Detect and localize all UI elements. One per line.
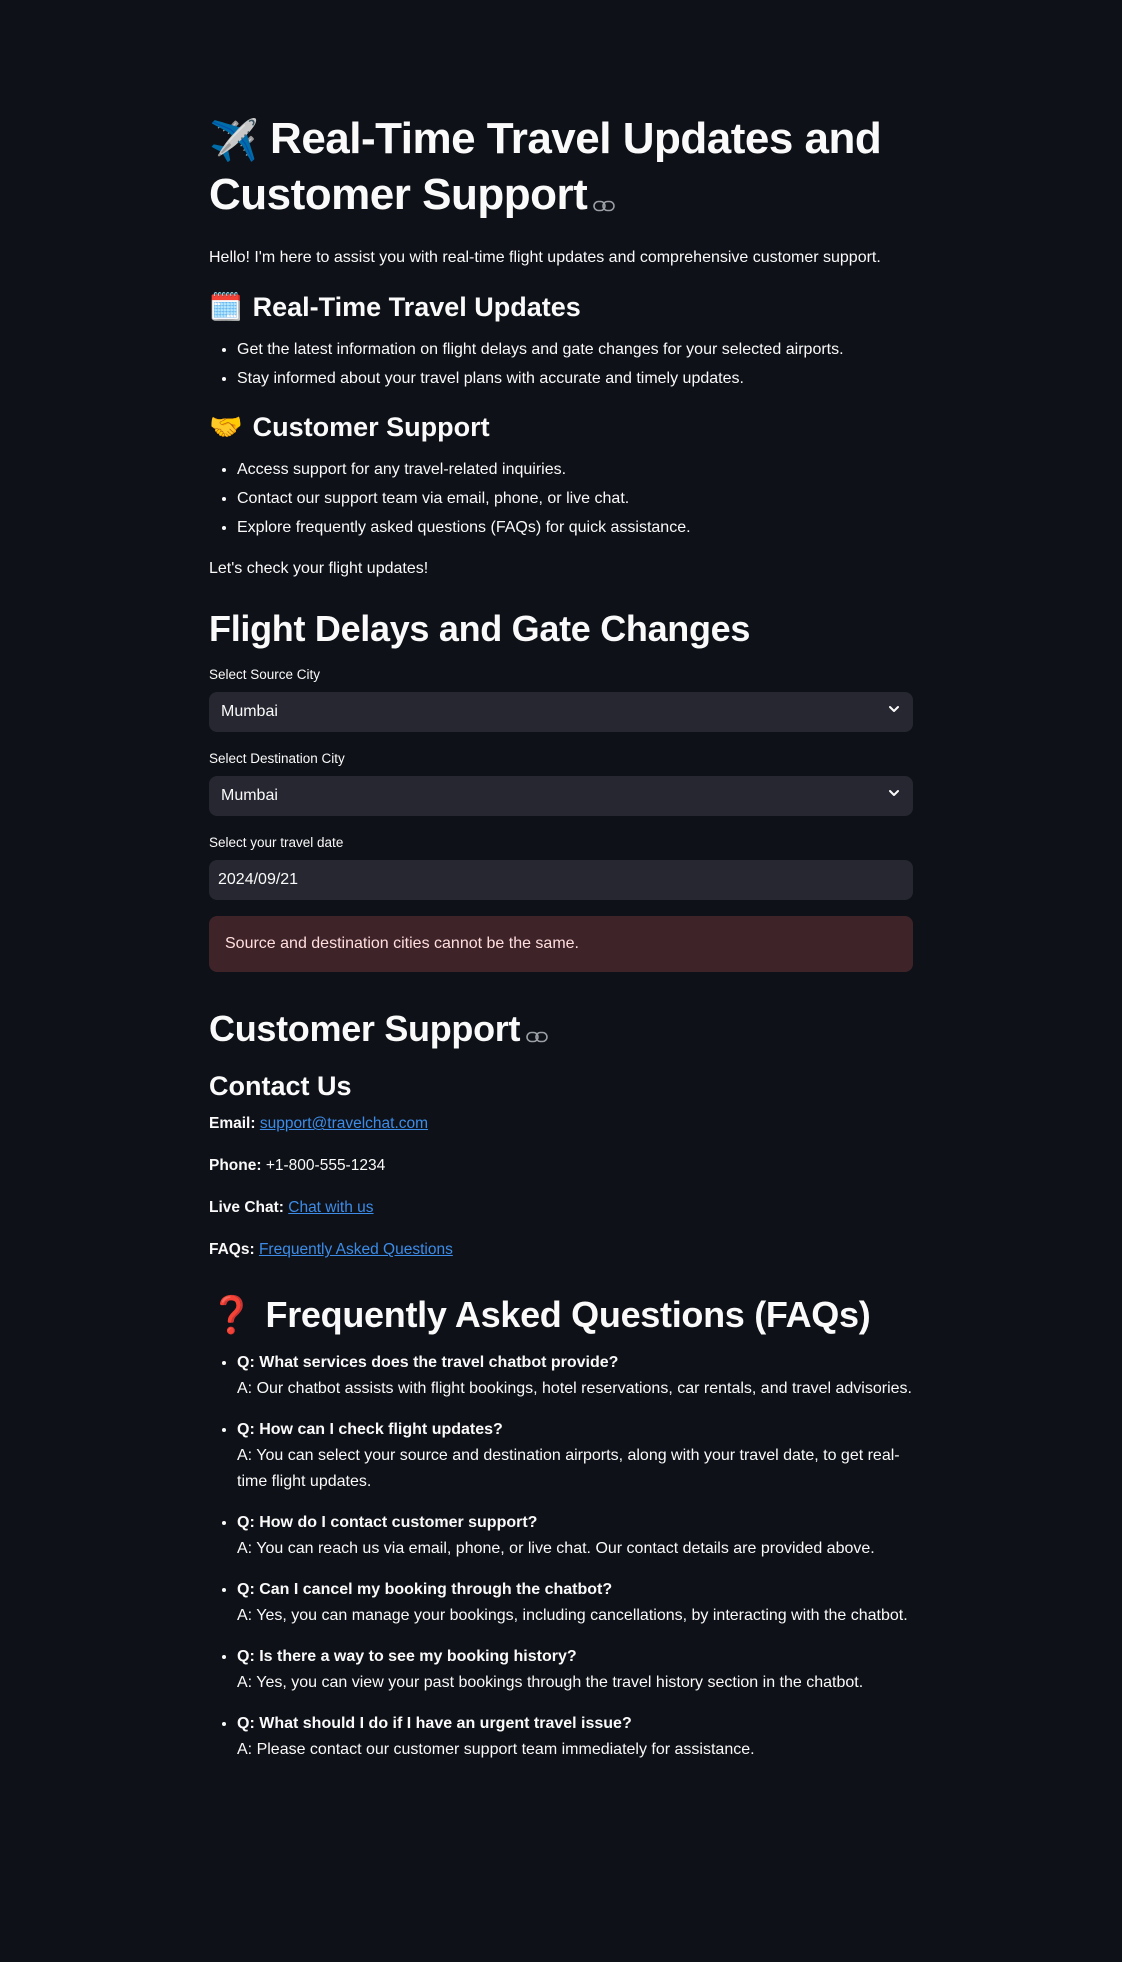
faq-question: Q: What services does the travel chatbot… (237, 1354, 619, 1372)
question-mark-icon: ❓ (209, 1294, 254, 1336)
support-heading: 🤝 Customer Support (209, 409, 913, 445)
cta-text: Let's check your flight updates! (209, 559, 429, 577)
faq-item: Q: What services does the travel chatbot… (237, 1350, 913, 1402)
phone-value: +1-800-555-1234 (265, 1157, 386, 1175)
list-item: Get the latest information on flight del… (237, 335, 913, 364)
faq-item: Q: Can I cancel my booking through the c… (237, 1577, 913, 1629)
faq-item: Q: Is there a way to see my booking hist… (237, 1644, 913, 1696)
list-item: Explore frequently asked questions (FAQs… (237, 513, 913, 542)
list-item: Stay informed about your travel plans wi… (237, 364, 913, 393)
customer-support-heading: Customer Support (209, 1006, 913, 1054)
dest-city-value: Mumbai (221, 786, 278, 804)
faq-answer: A: You can reach us via email, phone, or… (237, 1540, 875, 1558)
page-title: ✈️ Real-Time Travel Updates and Customer… (209, 112, 913, 225)
email-label: Email: (209, 1115, 256, 1133)
faq-answer: A: Please contact our customer support t… (237, 1741, 755, 1759)
list-item: Access support for any travel-related in… (237, 455, 913, 484)
error-message: Source and destination cities cannot be … (225, 934, 579, 952)
support-heading-text: Customer Support (252, 411, 490, 442)
faq-answer: A: Yes, you can view your past bookings … (237, 1674, 864, 1692)
page-title-line1: Real-Time Travel Updates and (270, 114, 882, 163)
customer-support-heading-text: Customer Support (209, 1007, 521, 1049)
email-link[interactable]: support@travelchat.com (260, 1115, 428, 1132)
faq-question: Q: Is there a way to see my booking hist… (237, 1648, 577, 1666)
updates-heading-text: Real-Time Travel Updates (252, 291, 581, 322)
calendar-icon: 🗓️ (209, 291, 243, 322)
faqs-label: FAQs: (209, 1241, 255, 1259)
travel-date-value: 2024/09/21 (218, 870, 299, 888)
phone-label: Phone: (209, 1157, 262, 1175)
contact-heading: Contact Us (209, 1071, 352, 1102)
error-alert: Source and destination cities cannot be … (209, 915, 913, 972)
faq-heading-text: Frequently Asked Questions (FAQs) (265, 1294, 871, 1336)
live-chat-link[interactable]: Chat with us (288, 1199, 373, 1216)
faq-answer: A: Our chatbot assists with flight booki… (237, 1380, 912, 1398)
dest-city-label: Select Destination City (209, 750, 345, 766)
faqs-link[interactable]: Frequently Asked Questions (259, 1241, 453, 1258)
updates-heading: 🗓️ Real-Time Travel Updates (209, 289, 913, 325)
main-content: ✈️ Real-Time Travel Updates and Customer… (209, 112, 913, 1778)
faq-answer: A: Yes, you can manage your bookings, in… (237, 1607, 908, 1625)
faq-question: Q: Can I cancel my booking through the c… (237, 1581, 613, 1599)
source-city-select[interactable]: Mumbai (209, 691, 913, 732)
source-city-label: Select Source City (209, 666, 321, 682)
page-title-line2: Customer Support (209, 170, 588, 220)
live-chat-row: Live Chat: Chat with us (209, 1196, 913, 1220)
updates-list: Get the latest information on flight del… (209, 335, 913, 393)
intro-text: Hello! I'm here to assist you with real-… (209, 248, 881, 266)
travel-date-label: Select your travel date (209, 834, 344, 850)
anchor-link-icon[interactable] (593, 171, 616, 225)
source-city-value: Mumbai (221, 702, 278, 720)
faqs-row: FAQs: Frequently Asked Questions (209, 1238, 913, 1262)
dest-city-select[interactable]: Mumbai (209, 775, 913, 816)
chevron-down-icon (887, 702, 901, 721)
faq-question: Q: How do I contact customer support? (237, 1514, 538, 1532)
handshake-icon: 🤝 (209, 411, 243, 442)
faq-heading: ❓ Frequently Asked Questions (FAQs) (209, 1292, 913, 1338)
faq-question: Q: What should I do if I have an urgent … (237, 1715, 632, 1733)
flight-heading: Flight Delays and Gate Changes (209, 607, 751, 649)
faq-list: Q: What services does the travel chatbot… (209, 1350, 913, 1763)
faq-answer: A: You can select your source and destin… (237, 1447, 900, 1491)
travel-date-input[interactable]: 2024/09/21 (209, 859, 913, 900)
phone-row: Phone: +1-800-555-1234 (209, 1154, 913, 1178)
airplane-icon: ✈️ (209, 119, 259, 164)
faq-question: Q: How can I check flight updates? (237, 1421, 503, 1439)
faq-item: Q: What should I do if I have an urgent … (237, 1711, 913, 1763)
faq-item: Q: How can I check flight updates? A: Yo… (237, 1417, 913, 1495)
live-chat-label: Live Chat: (209, 1199, 284, 1217)
list-item: Contact our support team via email, phon… (237, 484, 913, 513)
chevron-down-icon (887, 786, 901, 805)
anchor-link-icon[interactable] (526, 1008, 549, 1054)
faq-item: Q: How do I contact customer support? A:… (237, 1510, 913, 1562)
support-list: Access support for any travel-related in… (209, 455, 913, 542)
email-row: Email: support@travelchat.com (209, 1112, 913, 1136)
